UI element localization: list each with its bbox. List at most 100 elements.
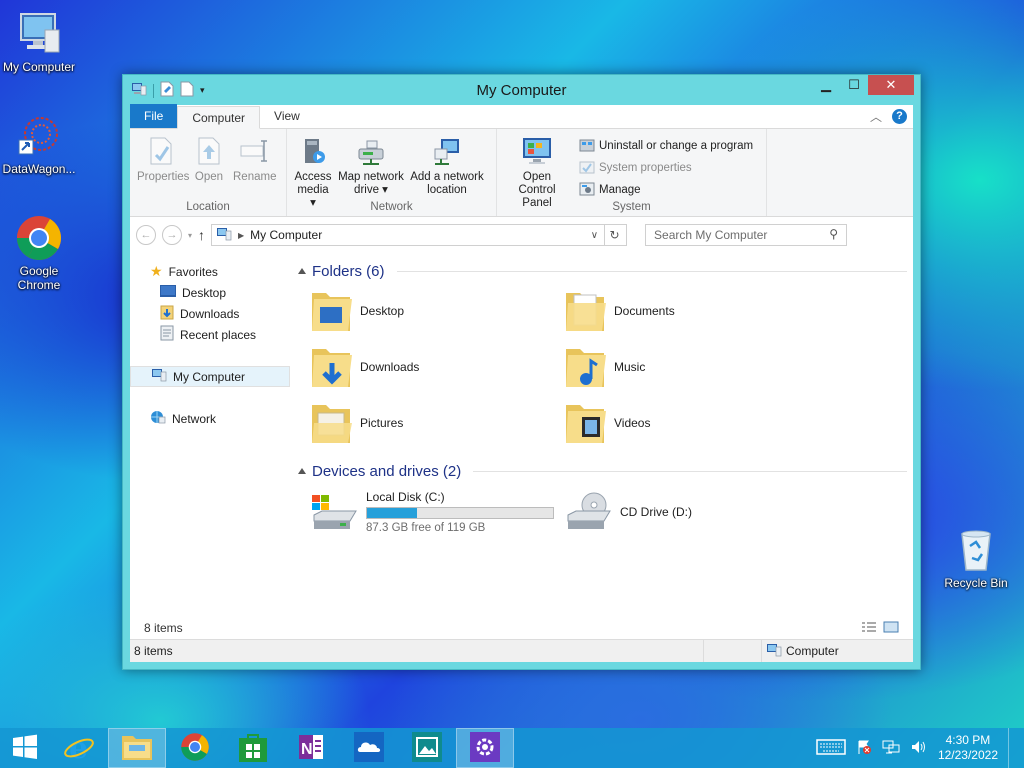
system-properties-icon (579, 159, 595, 178)
ribbon-group-label: Location (186, 201, 230, 213)
taskbar-store[interactable] (224, 728, 282, 768)
taskbar-settings[interactable] (456, 728, 514, 768)
content-pane: Folders (6) Desktop Documents Downloads (290, 253, 913, 618)
breadcrumb-chevron-icon[interactable]: ▶ (238, 231, 244, 240)
drive-item-local-disk[interactable]: Local Disk (C:) 87.3 GB free of 119 GB (310, 487, 564, 537)
desktop-icon-label: My Computer (2, 60, 76, 74)
desktop-icon-google-chrome[interactable]: Google Chrome (0, 214, 81, 292)
tab-computer[interactable]: Computer (177, 106, 261, 129)
network-location-icon (431, 135, 463, 167)
taskbar-google-chrome[interactable] (166, 728, 224, 768)
uninstall-program-button[interactable]: Uninstall or change a program (579, 135, 753, 157)
volume-icon[interactable] (910, 739, 928, 758)
onenote-icon: N (297, 733, 325, 764)
music-folder-icon (564, 343, 608, 392)
folder-item-documents[interactable]: Documents (564, 287, 818, 335)
datawagon-icon (15, 112, 63, 160)
help-icon[interactable]: ? (892, 109, 907, 124)
map-network-drive-button[interactable]: Map network drive ▾ (335, 133, 407, 210)
up-button[interactable]: ↑ (198, 227, 205, 243)
folders-section-header[interactable]: Folders (6) (298, 259, 907, 283)
star-icon: ★ (150, 263, 163, 279)
folder-item-downloads[interactable]: Downloads (310, 343, 564, 391)
taskbar-internet-explorer[interactable]: e (50, 728, 108, 768)
access-media-button[interactable]: Access media ▾ (291, 133, 335, 210)
desktop-icon-my-computer[interactable]: My Computer (0, 10, 81, 74)
nav-item-favorites[interactable]: ★ Favorites (130, 261, 290, 282)
taskbar-photos[interactable] (398, 728, 456, 768)
nav-item-downloads[interactable]: Downloads (130, 303, 290, 324)
nav-item-my-computer[interactable]: My Computer (130, 366, 290, 387)
breadcrumb[interactable]: My Computer (250, 228, 322, 242)
folder-item-videos[interactable]: Videos (564, 399, 818, 447)
open-control-panel-button[interactable]: Open Control Panel (501, 133, 573, 210)
add-network-location-button[interactable]: Add a network location (407, 133, 487, 210)
pictures-folder-icon (310, 399, 354, 448)
tab-view[interactable]: View (260, 105, 314, 128)
network-icon (150, 410, 166, 427)
forward-button[interactable]: → (162, 225, 182, 245)
computer-icon (151, 368, 167, 385)
taskbar-file-explorer[interactable] (108, 728, 166, 768)
recent-locations-icon[interactable]: ▾ (188, 231, 192, 240)
recent-places-icon (160, 325, 174, 344)
folder-item-music[interactable]: Music (564, 343, 818, 391)
back-button[interactable]: ← (136, 225, 156, 245)
ribbon-group-network: Access media ▾ Map network drive ▾ Add a… (287, 129, 497, 216)
address-bar[interactable]: ▶ My Computer ∨ ↻ (211, 224, 628, 246)
maximize-button[interactable]: ☐ (840, 75, 868, 95)
desktop-icon-datawagon[interactable]: DataWagon... (0, 112, 81, 176)
address-dropdown-icon[interactable]: ∨ (591, 230, 598, 241)
folder-item-pictures[interactable]: Pictures (310, 399, 564, 447)
action-center-flag-icon[interactable] (856, 739, 872, 758)
taskbar-onedrive[interactable] (340, 728, 398, 768)
keyboard-icon[interactable] (816, 738, 846, 758)
window-client-area: File Computer View ︿ ? Properties Open R… (130, 104, 913, 662)
network-status-icon[interactable] (882, 739, 900, 758)
large-icons-view-icon[interactable] (883, 621, 899, 636)
start-button[interactable] (0, 728, 50, 768)
details-view-icon[interactable] (861, 621, 877, 636)
system-properties-button[interactable]: System properties (579, 157, 753, 179)
address-row: ← → ▾ ↑ ▶ My Computer ∨ ↻ Search My Comp… (130, 217, 913, 253)
downloads-icon (160, 304, 174, 323)
drive-item-cd-drive[interactable]: CD Drive (D:) (564, 487, 818, 537)
svg-text:N: N (301, 741, 313, 758)
title-bar[interactable]: ▾ My Computer ▁ ☐ ✕ (123, 75, 920, 105)
ribbon-group-system: Open Control Panel Uninstall or change a… (497, 129, 767, 216)
minimize-button[interactable]: ▁ (812, 75, 840, 95)
search-icon[interactable]: ⚲ (829, 227, 838, 241)
manage-button[interactable]: Manage (579, 179, 753, 201)
programs-icon (579, 137, 595, 156)
tab-file[interactable]: File (130, 104, 178, 128)
nav-item-network[interactable]: Network (130, 408, 290, 429)
clock[interactable]: 4:30 PM 12/23/2022 (938, 733, 998, 763)
nav-item-recent-places[interactable]: Recent places (130, 324, 290, 345)
system-tray: 4:30 PM 12/23/2022 (816, 728, 1016, 768)
chrome-icon (180, 732, 210, 765)
show-desktop-button[interactable] (1008, 728, 1016, 768)
search-input[interactable]: Search My Computer ⚲ (645, 224, 848, 246)
drives-section-header[interactable]: Devices and drives (2) (298, 459, 907, 483)
close-button[interactable]: ✕ (868, 75, 914, 95)
windows-logo-icon (12, 734, 38, 763)
control-panel-icon (521, 135, 553, 167)
disk-usage-bar (366, 507, 554, 519)
open-icon (193, 135, 225, 167)
desktop-icon-label: Google Chrome (17, 264, 61, 292)
navigation-pane: ★ Favorites Desktop Downloads Recent pla… (130, 253, 290, 618)
status-location: Computer (762, 640, 913, 662)
properties-button[interactable]: Properties (134, 133, 189, 184)
nav-item-desktop[interactable]: Desktop (130, 282, 290, 303)
taskbar-onenote[interactable]: N (282, 728, 340, 768)
rename-button[interactable]: Rename (230, 133, 278, 184)
refresh-icon[interactable]: ↻ (604, 225, 624, 245)
collapse-ribbon-icon[interactable]: ︿ (870, 108, 882, 125)
downloads-folder-icon (310, 343, 354, 392)
documents-folder-icon (564, 287, 608, 336)
open-button[interactable]: Open (188, 133, 230, 184)
folder-item-desktop[interactable]: Desktop (310, 287, 564, 335)
cd-drive-name: CD Drive (D:) (620, 505, 692, 519)
desktop-icon-recycle-bin[interactable]: Recycle Bin (934, 526, 1018, 590)
desktop-icon (160, 284, 176, 301)
